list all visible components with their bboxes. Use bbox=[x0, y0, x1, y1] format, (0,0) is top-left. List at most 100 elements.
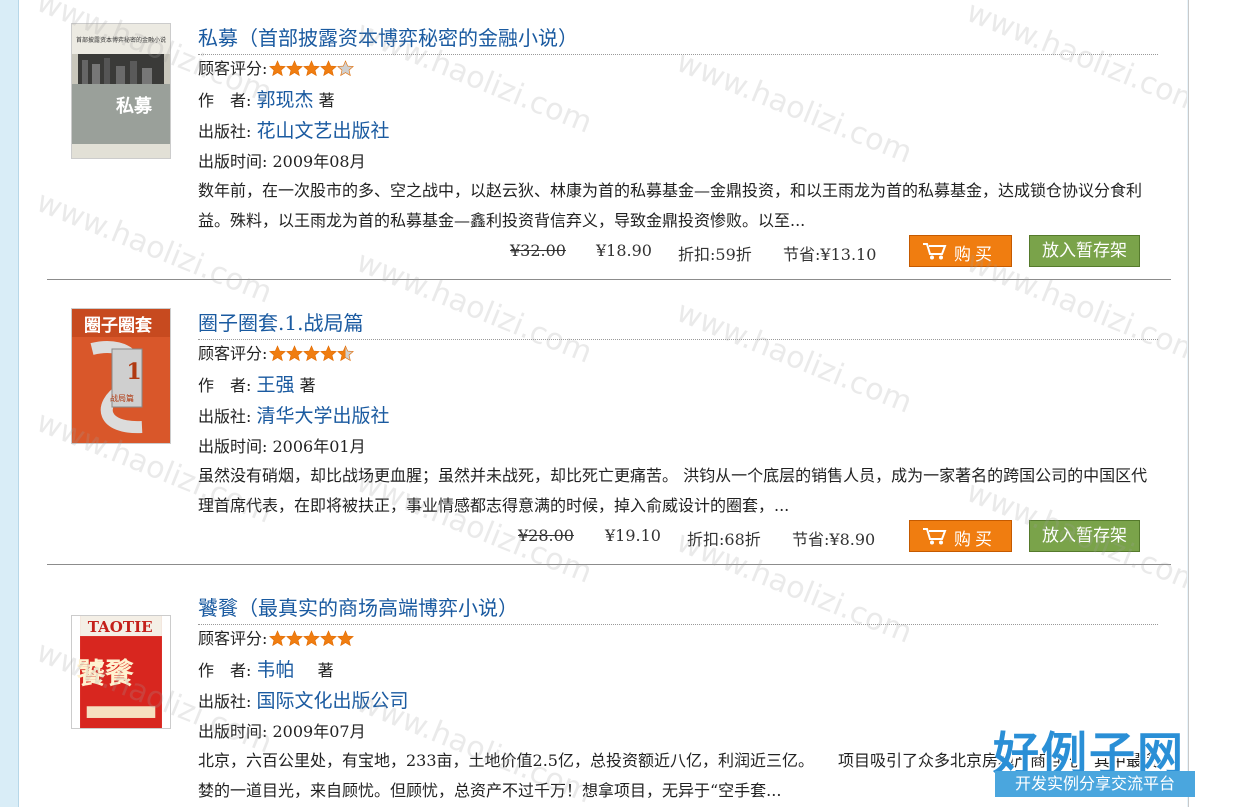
star-rating bbox=[269, 60, 355, 83]
book-separator bbox=[47, 279, 1171, 280]
cover-title-text: 私募 bbox=[116, 96, 153, 117]
discount-info: 折扣:68折 bbox=[687, 526, 761, 550]
pubdate-label: 出版时间: bbox=[198, 722, 268, 741]
cover-title-text: TAOTIE bbox=[88, 618, 153, 636]
book-cover[interactable]: TAOTIE 饕餮 bbox=[72, 616, 170, 728]
publisher-label: 出版社: bbox=[198, 122, 252, 141]
discount-info: 折扣:59折 bbox=[678, 241, 752, 265]
star-icon bbox=[303, 60, 321, 77]
book-description: 虽然没有硝烟，却比战场更血腥；虽然并未战死，却比死亡更痛苦。 洪钧从一个底层的销… bbox=[198, 466, 1148, 515]
cover-subtitle: 战局篇 bbox=[110, 393, 134, 403]
publisher-row: 出版社: 国际文化出版公司 bbox=[198, 690, 409, 713]
pubdate-label: 出版时间: bbox=[198, 152, 268, 171]
author-link[interactable]: 韦帕 bbox=[257, 659, 295, 681]
add-to-shelf-button[interactable]: 放入暂存架 bbox=[1029, 520, 1140, 552]
star-icon bbox=[269, 345, 287, 362]
current-price: ¥18.90 bbox=[596, 241, 652, 260]
author-suffix: 著 bbox=[299, 376, 316, 395]
buy-button[interactable]: 购买 bbox=[909, 235, 1012, 267]
price-row: ¥32.00 ¥18.90 折扣:59折 节省:¥13.10 购买 放入暂存架 bbox=[198, 235, 1158, 271]
star-icon bbox=[286, 345, 304, 362]
rating-row: 顾客评分: bbox=[198, 343, 355, 368]
star-rating bbox=[269, 345, 355, 368]
buy-button-label: 购买 bbox=[954, 245, 996, 265]
book-cover[interactable]: 圈子圈套 1 战局篇 bbox=[72, 309, 170, 443]
rating-row: 顾客评分: bbox=[198, 58, 355, 83]
author-suffix: 著 bbox=[318, 91, 335, 110]
pubdate-value: 2009年07月 bbox=[272, 722, 366, 741]
publisher-link[interactable]: 清华大学出版社 bbox=[257, 405, 390, 427]
star-icon bbox=[320, 60, 338, 77]
discount-label: 折扣: bbox=[687, 530, 725, 549]
discount-label: 折扣: bbox=[678, 245, 716, 264]
original-price: ¥32.00 bbox=[510, 241, 566, 260]
pubdate-row: 出版时间: 2009年08月 bbox=[198, 151, 366, 173]
rating-label: 顾客评分: bbox=[198, 344, 268, 363]
save-label: 节省: bbox=[792, 530, 830, 549]
author-link[interactable]: 王强 bbox=[257, 374, 295, 396]
add-to-shelf-button[interactable]: 放入暂存架 bbox=[1029, 235, 1140, 267]
save-value: ¥8.90 bbox=[829, 530, 876, 549]
cover-top-text: 首部披露资本博弈秘密的金融小说 bbox=[76, 36, 166, 44]
star-icon bbox=[286, 630, 304, 647]
save-info: 节省:¥8.90 bbox=[792, 526, 875, 550]
rating-row: 顾客评分: bbox=[198, 628, 355, 653]
author-label: 作 者: bbox=[198, 376, 252, 395]
publisher-link[interactable]: 花山文艺出版社 bbox=[257, 120, 390, 142]
pubdate-row: 出版时间: 2006年01月 bbox=[198, 436, 366, 458]
cover-number: 1 bbox=[126, 359, 141, 385]
star-icon bbox=[269, 60, 287, 77]
author-label: 作 者: bbox=[198, 91, 252, 110]
right-strip[interactable] bbox=[1188, 0, 1241, 807]
star-icon bbox=[320, 630, 338, 647]
author-label: 作 者: bbox=[198, 661, 252, 680]
cart-icon bbox=[923, 243, 947, 260]
pubdate-value: 2009年08月 bbox=[272, 152, 366, 171]
star-icon bbox=[337, 345, 355, 362]
publisher-label: 出版社: bbox=[198, 407, 252, 426]
buy-button[interactable]: 购买 bbox=[909, 520, 1012, 552]
rating-label: 顾客评分: bbox=[198, 59, 268, 78]
book-title-link[interactable]: 饕餮（最真实的商场高端博弈小说） bbox=[198, 594, 1158, 625]
book-item: 私募 首部披露资本博弈秘密的金融小说 私募（首部披露资本博弈秘密的金融小说） 顾… bbox=[47, 24, 1171, 274]
buy-button-label: 购买 bbox=[954, 530, 996, 550]
save-info: 节省:¥13.10 bbox=[783, 241, 876, 265]
star-icon bbox=[303, 345, 321, 362]
discount-value: 68折 bbox=[724, 530, 761, 549]
star-icon bbox=[303, 630, 321, 647]
star-icon bbox=[320, 345, 338, 362]
save-label: 节省: bbox=[783, 245, 821, 264]
cover-big-text: 饕餮 bbox=[76, 656, 134, 690]
discount-value: 59折 bbox=[715, 245, 752, 264]
author-row: 作 者: 王强 著 bbox=[198, 374, 316, 397]
current-price: ¥19.10 bbox=[605, 526, 661, 545]
site-logo: 好例子网 开发实例分享交流平台 bbox=[993, 718, 1199, 804]
left-strip bbox=[0, 0, 19, 807]
publisher-link[interactable]: 国际文化出版公司 bbox=[257, 690, 409, 712]
book-separator bbox=[47, 564, 1171, 565]
save-value: ¥13.10 bbox=[820, 245, 877, 264]
author-suffix: 著 bbox=[317, 661, 334, 680]
star-icon bbox=[286, 60, 304, 77]
star-icon bbox=[337, 630, 355, 647]
author-link[interactable]: 郭现杰 bbox=[257, 89, 314, 111]
book-cover[interactable]: 私募 首部披露资本博弈秘密的金融小说 bbox=[72, 24, 170, 158]
author-row: 作 者: 郭现杰 著 bbox=[198, 89, 335, 112]
author-row: 作 者: 韦帕 著 bbox=[198, 659, 334, 682]
book-item: 圈子圈套 1 战局篇 圈子圈套.1.战局篇 顾客评分: 作 者: 王强 著 出版… bbox=[47, 309, 1171, 559]
book-title-link[interactable]: 圈子圈套.1.战局篇 bbox=[198, 309, 1158, 340]
pubdate-label: 出版时间: bbox=[198, 437, 268, 456]
logo-sub-text: 开发实例分享交流平台 bbox=[995, 771, 1195, 797]
cart-icon bbox=[923, 528, 947, 545]
book-title-link[interactable]: 私募（首部披露资本博弈秘密的金融小说） bbox=[198, 24, 1158, 55]
rating-label: 顾客评分: bbox=[198, 629, 268, 648]
publisher-row: 出版社: 清华大学出版社 bbox=[198, 405, 390, 428]
cover-title-text: 圈子圈套 bbox=[84, 315, 153, 336]
star-icon bbox=[269, 630, 287, 647]
publisher-label: 出版社: bbox=[198, 692, 252, 711]
pubdate-value: 2006年01月 bbox=[272, 437, 366, 456]
book-description: 数年前，在一次股市的多、空之战中，以赵云狄、林康为首的私募基金—金鼎投资，和以王… bbox=[198, 181, 1143, 230]
star-rating bbox=[269, 630, 355, 653]
original-price: ¥28.00 bbox=[518, 526, 574, 545]
price-row: ¥28.00 ¥19.10 折扣:68折 节省:¥8.90 购买 放入暂存架 bbox=[198, 520, 1158, 556]
